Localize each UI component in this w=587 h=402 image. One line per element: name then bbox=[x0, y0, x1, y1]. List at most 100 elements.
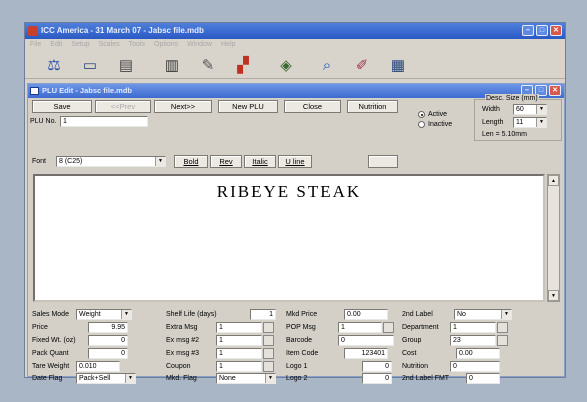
rev-button[interactable]: Rev bbox=[210, 155, 242, 168]
database-icon[interactable]: ▤ bbox=[115, 54, 137, 75]
barcode-input[interactable]: 0 bbox=[338, 335, 394, 346]
scale-icon[interactable]: ⚖ bbox=[43, 54, 65, 75]
close-button[interactable]: Close bbox=[284, 100, 341, 113]
minimize-button[interactable]: – bbox=[522, 25, 534, 36]
price-input[interactable]: 9.95 bbox=[88, 322, 128, 333]
chevron-down-icon[interactable]: ▼ bbox=[536, 118, 546, 127]
length-readout: Len = 5.10mm bbox=[482, 131, 527, 138]
fixed-wt-input[interactable]: 0 bbox=[88, 335, 128, 346]
editor-scrollbar[interactable]: ▲ ▼ bbox=[547, 174, 560, 302]
search-icon[interactable]: ⌕ bbox=[316, 54, 338, 75]
new-plu-button[interactable]: New PLU bbox=[218, 100, 278, 113]
close-window-button[interactable]: ✕ bbox=[550, 25, 562, 36]
chart-icon[interactable]: ▞ bbox=[232, 54, 254, 75]
group-browse-button[interactable] bbox=[497, 335, 508, 346]
mkd-price-label: Mkd Price bbox=[286, 311, 318, 318]
screen-icon[interactable]: ▦ bbox=[387, 54, 409, 75]
cost-label: Cost bbox=[402, 350, 417, 357]
sales-mode-select[interactable]: Weight ▼ bbox=[76, 309, 132, 320]
extra-msg-browse-button[interactable] bbox=[263, 322, 274, 333]
chevron-down-icon[interactable]: ▼ bbox=[501, 310, 511, 319]
menu-options[interactable]: Options bbox=[154, 39, 178, 51]
toolbar: ⚖ ▭ ▤ ▥ ✎ ▞ ◈ ⌕ ✐ ▦ bbox=[25, 51, 565, 79]
menu-edit[interactable]: Edit bbox=[50, 39, 62, 51]
chevron-down-icon[interactable]: ▼ bbox=[265, 374, 275, 383]
prev-button[interactable]: <<Prev bbox=[95, 100, 151, 113]
ex-msg2-browse-button[interactable] bbox=[263, 335, 274, 346]
inactive-radio[interactable] bbox=[418, 121, 425, 128]
blank-button[interactable] bbox=[368, 155, 398, 168]
menu-help[interactable]: Help bbox=[221, 39, 235, 51]
chevron-down-icon[interactable]: ▼ bbox=[155, 157, 165, 166]
chevron-down-icon[interactable]: ▼ bbox=[121, 310, 131, 319]
ex-msg3-input[interactable]: 1 bbox=[216, 348, 262, 359]
pencil-icon[interactable]: ✐ bbox=[351, 54, 373, 75]
pop-msg-browse-button[interactable] bbox=[383, 322, 394, 333]
sales-mode-label: Sales Mode bbox=[32, 311, 69, 318]
plu-no-input[interactable]: 1 bbox=[60, 116, 148, 127]
save-button[interactable]: Save bbox=[32, 100, 92, 113]
date-flag-select[interactable]: Pack+Sell ▼ bbox=[76, 373, 136, 384]
coupon-browse-button[interactable] bbox=[263, 361, 274, 372]
item-code-input[interactable]: 123401 bbox=[344, 348, 388, 359]
font-label: Font bbox=[32, 158, 47, 165]
chevron-down-icon[interactable]: ▼ bbox=[125, 374, 135, 383]
width-select[interactable]: 60 ▼ bbox=[513, 104, 547, 115]
bold-button[interactable]: Bold bbox=[174, 155, 208, 168]
department-label: Department bbox=[402, 324, 439, 331]
ex-msg2-label: Ex msg #2 bbox=[166, 337, 200, 344]
menu-tools[interactable]: Tools bbox=[129, 39, 145, 51]
nutrition-button[interactable]: Nutrition bbox=[347, 100, 398, 113]
second-label-fmt-label: 2nd Label FMT bbox=[402, 375, 450, 382]
monitor-icon[interactable]: ▭ bbox=[79, 54, 101, 75]
scroll-up-icon[interactable]: ▲ bbox=[548, 175, 559, 186]
logo2-input[interactable]: 0 bbox=[362, 373, 392, 384]
coupon-input[interactable]: 1 bbox=[216, 361, 262, 372]
menu-scales[interactable]: Scales bbox=[99, 39, 120, 51]
inactive-label: Inactive bbox=[428, 121, 453, 128]
barcode-icon[interactable]: ▥ bbox=[161, 54, 183, 75]
ex-msg3-browse-button[interactable] bbox=[263, 348, 274, 359]
maximize-button[interactable]: □ bbox=[536, 25, 548, 36]
nutrition-label: Nutrition bbox=[402, 363, 429, 370]
length-select[interactable]: 11 ▼ bbox=[513, 117, 547, 128]
chevron-down-icon[interactable]: ▼ bbox=[536, 105, 546, 114]
font-select[interactable]: 8 (C25) ▼ bbox=[56, 156, 166, 167]
shelf-life-input[interactable]: 1 bbox=[250, 309, 276, 320]
nutrition-input[interactable]: 0 bbox=[450, 361, 500, 372]
department-browse-button[interactable] bbox=[497, 322, 508, 333]
extra-msg-input[interactable]: 1 bbox=[216, 322, 262, 333]
italic-button[interactable]: Italic bbox=[244, 155, 276, 168]
sub-close-button[interactable]: ✕ bbox=[549, 85, 561, 96]
second-label-fmt-input[interactable]: 0 bbox=[466, 373, 500, 384]
cost-input[interactable]: 0.00 bbox=[456, 348, 500, 359]
group-label: Group bbox=[402, 337, 422, 344]
pack-quant-input[interactable]: 0 bbox=[88, 348, 128, 359]
second-label-value: No bbox=[457, 311, 466, 318]
logo1-label: Logo 1 bbox=[286, 363, 308, 370]
department-input[interactable]: 1 bbox=[450, 322, 496, 333]
ex-msg2-input[interactable]: 1 bbox=[216, 335, 262, 346]
tare-weight-label: Tare Weight bbox=[32, 363, 70, 370]
menu-window[interactable]: Window bbox=[187, 39, 212, 51]
plu-edit-window: PLU Edit - Jabsc file.mdb – □ ✕ Save <<P… bbox=[27, 83, 565, 384]
active-radio[interactable] bbox=[418, 111, 425, 118]
underline-button[interactable]: U line bbox=[278, 155, 312, 168]
second-label-select[interactable]: No ▼ bbox=[454, 309, 512, 320]
logo1-input[interactable]: 0 bbox=[362, 361, 392, 372]
date-flag-value: Pack+Sell bbox=[79, 375, 111, 382]
plu-edit-title: PLU Edit - Jabsc file.mdb bbox=[42, 86, 133, 95]
mkd-price-input[interactable]: 0.00 bbox=[344, 309, 388, 320]
menu-file[interactable]: File bbox=[30, 39, 41, 51]
scroll-down-icon[interactable]: ▼ bbox=[548, 290, 559, 301]
pop-msg-input[interactable]: 1 bbox=[338, 322, 382, 333]
next-button[interactable]: Next>> bbox=[154, 100, 212, 113]
text-edit-icon[interactable]: ✎ bbox=[197, 54, 219, 75]
mkd-flag-select[interactable]: None ▼ bbox=[216, 373, 276, 384]
description-editor[interactable]: RIBEYE STEAK bbox=[33, 174, 545, 302]
group-input[interactable]: 23 bbox=[450, 335, 496, 346]
window-title: ICC America - 31 March 07 - Jabsc file.m… bbox=[41, 26, 204, 35]
menu-setup[interactable]: Setup bbox=[71, 39, 89, 51]
tare-weight-input[interactable]: 0.010 bbox=[76, 361, 120, 372]
graphic-icon[interactable]: ◈ bbox=[275, 54, 297, 75]
